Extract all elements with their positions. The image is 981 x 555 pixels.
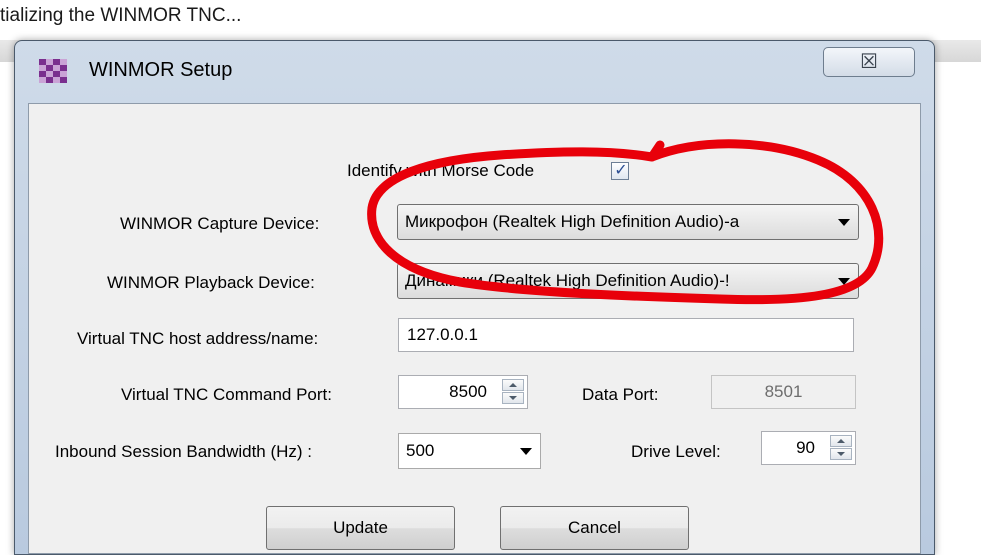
setup-dialog: WINMOR Setup ☒ Identify with Morse Code … [14,40,935,555]
window-title: WINMOR Setup [89,59,233,81]
data-port-input: 8501 [711,375,856,409]
playback-device-value: Динамики (Realtek High Definition Audio)… [405,271,730,290]
close-icon: ☒ [860,49,878,73]
drive-level-spinner[interactable] [830,435,852,461]
capture-device-select[interactable]: Микрофон (Realtek High Definition Audio)… [397,204,859,240]
identify-morse-label: Identify with Morse Code [347,161,535,180]
checker-icon [39,59,67,83]
command-port-value: 8500 [449,382,487,401]
identify-morse-checkbox[interactable]: ✓ [611,162,629,180]
bandwidth-label: Inbound Session Bandwidth (Hz) : [55,442,313,461]
spin-up-icon[interactable] [502,379,524,391]
data-port-label: Data Port: [582,385,659,404]
cancel-button[interactable]: Cancel [500,506,689,550]
chevron-down-icon [838,278,850,285]
close-button[interactable]: ☒ [823,47,915,77]
spin-down-icon[interactable] [502,392,524,404]
playback-device-select[interactable]: Динамики (Realtek High Definition Audio)… [397,263,859,299]
capture-device-label: WINMOR Capture Device: [120,214,320,233]
bandwidth-select[interactable]: 500 [398,433,541,469]
playback-device-label: WINMOR Playback Device: [107,273,315,292]
drive-level-label: Drive Level: [631,442,721,461]
update-button[interactable]: Update [266,506,455,550]
drive-level-value: 90 [796,438,815,457]
command-port-stepper[interactable]: 8500 [398,375,528,409]
command-port-label: Virtual TNC Command Port: [121,385,332,404]
chevron-down-icon [838,219,850,226]
host-address-input[interactable]: 127.0.0.1 [398,318,854,352]
command-port-spinner[interactable] [502,379,524,405]
capture-device-value: Микрофон (Realtek High Definition Audio)… [405,212,740,231]
background-status-text: tializing the WINMOR TNC... [0,5,242,26]
dialog-client-area: Identify with Morse Code ✓ WINMOR Captur… [28,103,921,554]
spin-up-icon[interactable] [830,435,852,447]
chevron-down-icon [520,448,532,455]
title-bar[interactable]: WINMOR Setup ☒ [15,41,934,103]
bandwidth-value: 500 [406,441,435,460]
check-icon: ✓ [614,162,628,179]
host-address-label: Virtual TNC host address/name: [77,329,319,348]
drive-level-stepper[interactable]: 90 [761,431,856,465]
spin-down-icon[interactable] [830,448,852,460]
